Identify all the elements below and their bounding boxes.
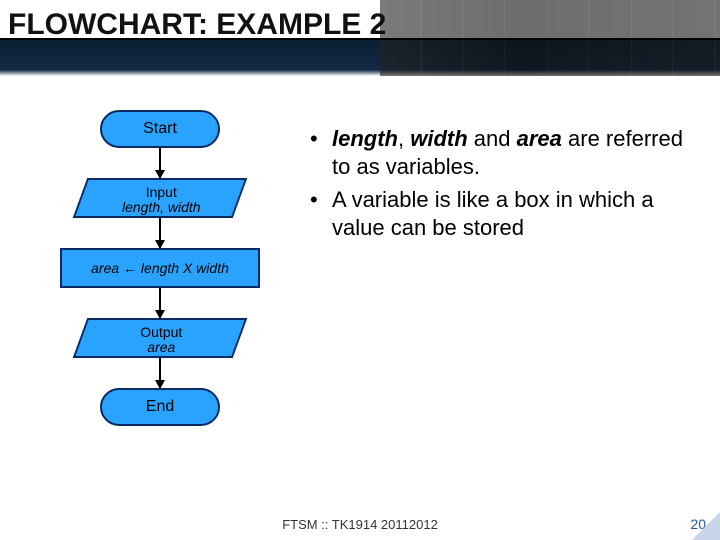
flow-input: Input length, width xyxy=(73,178,248,218)
flow-end: End xyxy=(100,388,220,426)
flow-end-label: End xyxy=(146,398,174,416)
bullet-2: A variable is like a box in which a valu… xyxy=(310,186,690,241)
flow-arrow xyxy=(159,218,161,248)
text: and xyxy=(468,126,517,151)
slide-header: FLOWCHART: EXAMPLE 2 xyxy=(0,0,720,76)
flow-arrow xyxy=(159,288,161,318)
bullet-list: length, width and area are referred to a… xyxy=(310,125,690,247)
flow-start-label: Start xyxy=(143,120,177,138)
flow-output-label: Output xyxy=(140,325,182,340)
bullet-1: length, width and area are referred to a… xyxy=(310,125,690,180)
slide-title: FLOWCHART: EXAMPLE 2 xyxy=(8,8,386,42)
flow-arrow xyxy=(159,358,161,388)
flow-start: Start xyxy=(100,110,220,148)
text: , xyxy=(398,126,410,151)
page-curl-icon xyxy=(692,512,720,540)
flow-input-label: Input xyxy=(146,185,177,200)
flow-arrow xyxy=(159,148,161,178)
flow-input-vars: length, width xyxy=(122,200,201,215)
flow-output-var: area xyxy=(147,340,175,355)
var-area: area xyxy=(517,126,562,151)
flowchart: Start Input length, width area ← length … xyxy=(30,110,290,426)
flow-process: area ← length X width xyxy=(60,248,260,288)
var-width: width xyxy=(410,126,467,151)
flow-process-text: area ← length X width xyxy=(91,260,229,276)
var-length: length xyxy=(332,126,398,151)
footer-text: FTSM :: TK1914 20112012 xyxy=(0,517,720,532)
flow-output: Output area xyxy=(73,318,248,358)
